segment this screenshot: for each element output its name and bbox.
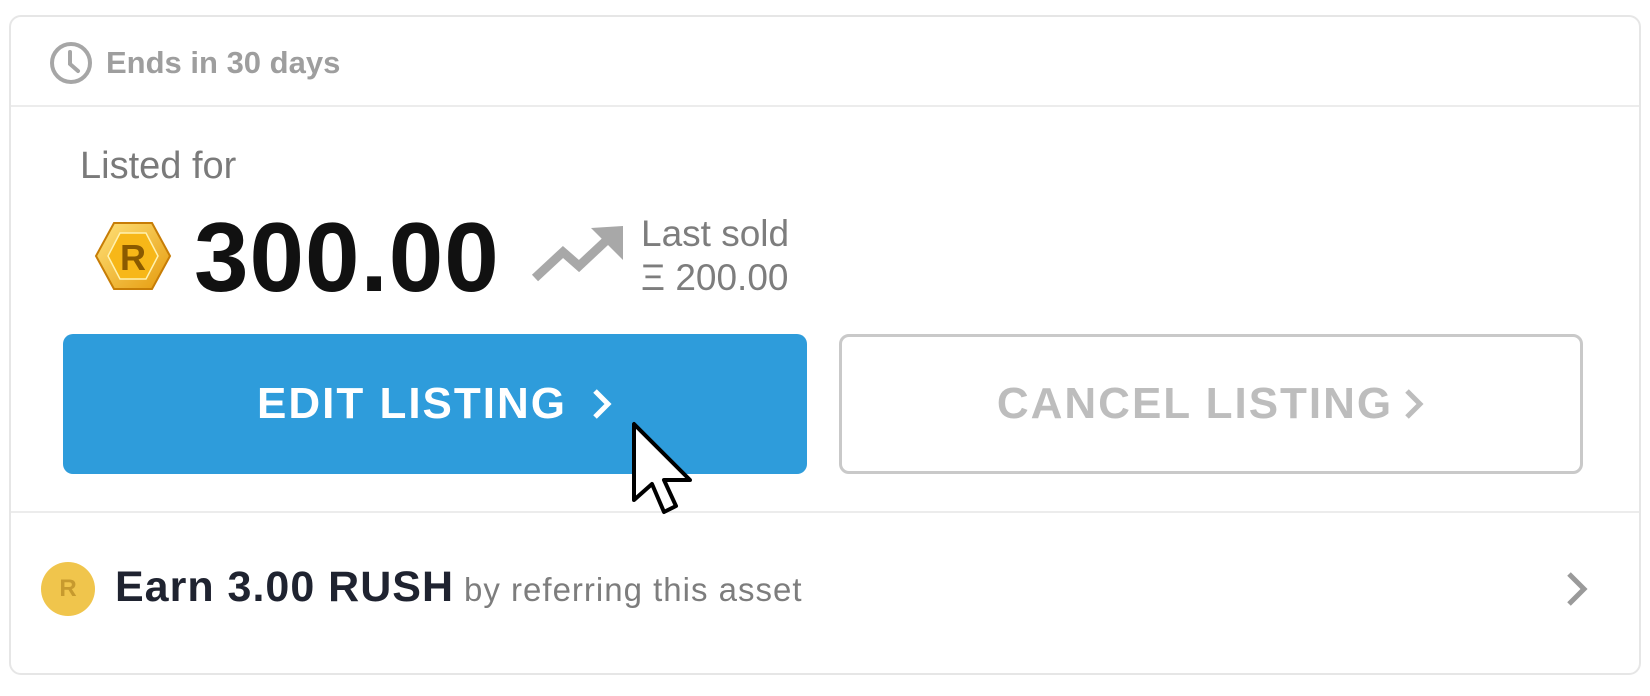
trending-up-icon <box>531 226 623 282</box>
referral-text: Earn 3.00 RUSH by referring this asset <box>115 557 803 620</box>
listed-for-label: Listed for <box>80 145 237 187</box>
rush-coin-icon: R <box>94 222 172 290</box>
svg-text:R: R <box>120 237 146 278</box>
chevron-right-icon[interactable] <box>1565 569 1589 609</box>
clock-icon <box>50 42 92 84</box>
cancel-listing-label: CANCEL LISTING <box>996 379 1394 428</box>
ends-in-text: Ends in 30 days <box>106 45 341 80</box>
rush-token-badge: R <box>41 562 95 616</box>
listing-card: Ends in 30 days Listed for R 300.00 Last… <box>9 15 1641 675</box>
edit-listing-label: EDIT LISTING <box>257 379 567 428</box>
listing-price: 300.00 <box>194 202 500 312</box>
cancel-listing-button[interactable]: CANCEL LISTING <box>839 334 1583 474</box>
referral-subtext: by referring this asset <box>464 571 803 608</box>
last-sold-price: Ξ 200.00 <box>641 257 789 298</box>
last-sold-label: Last sold <box>641 213 790 254</box>
listing-header: Ends in 30 days <box>11 17 1639 107</box>
edit-listing-button[interactable]: EDIT LISTING <box>63 334 807 474</box>
referral-row[interactable]: R Earn 3.00 RUSH by referring this asset <box>11 513 1639 675</box>
chevron-right-icon <box>1405 389 1424 419</box>
earn-amount-text: Earn 3.00 RUSH <box>115 563 455 611</box>
chevron-right-icon <box>593 389 612 419</box>
